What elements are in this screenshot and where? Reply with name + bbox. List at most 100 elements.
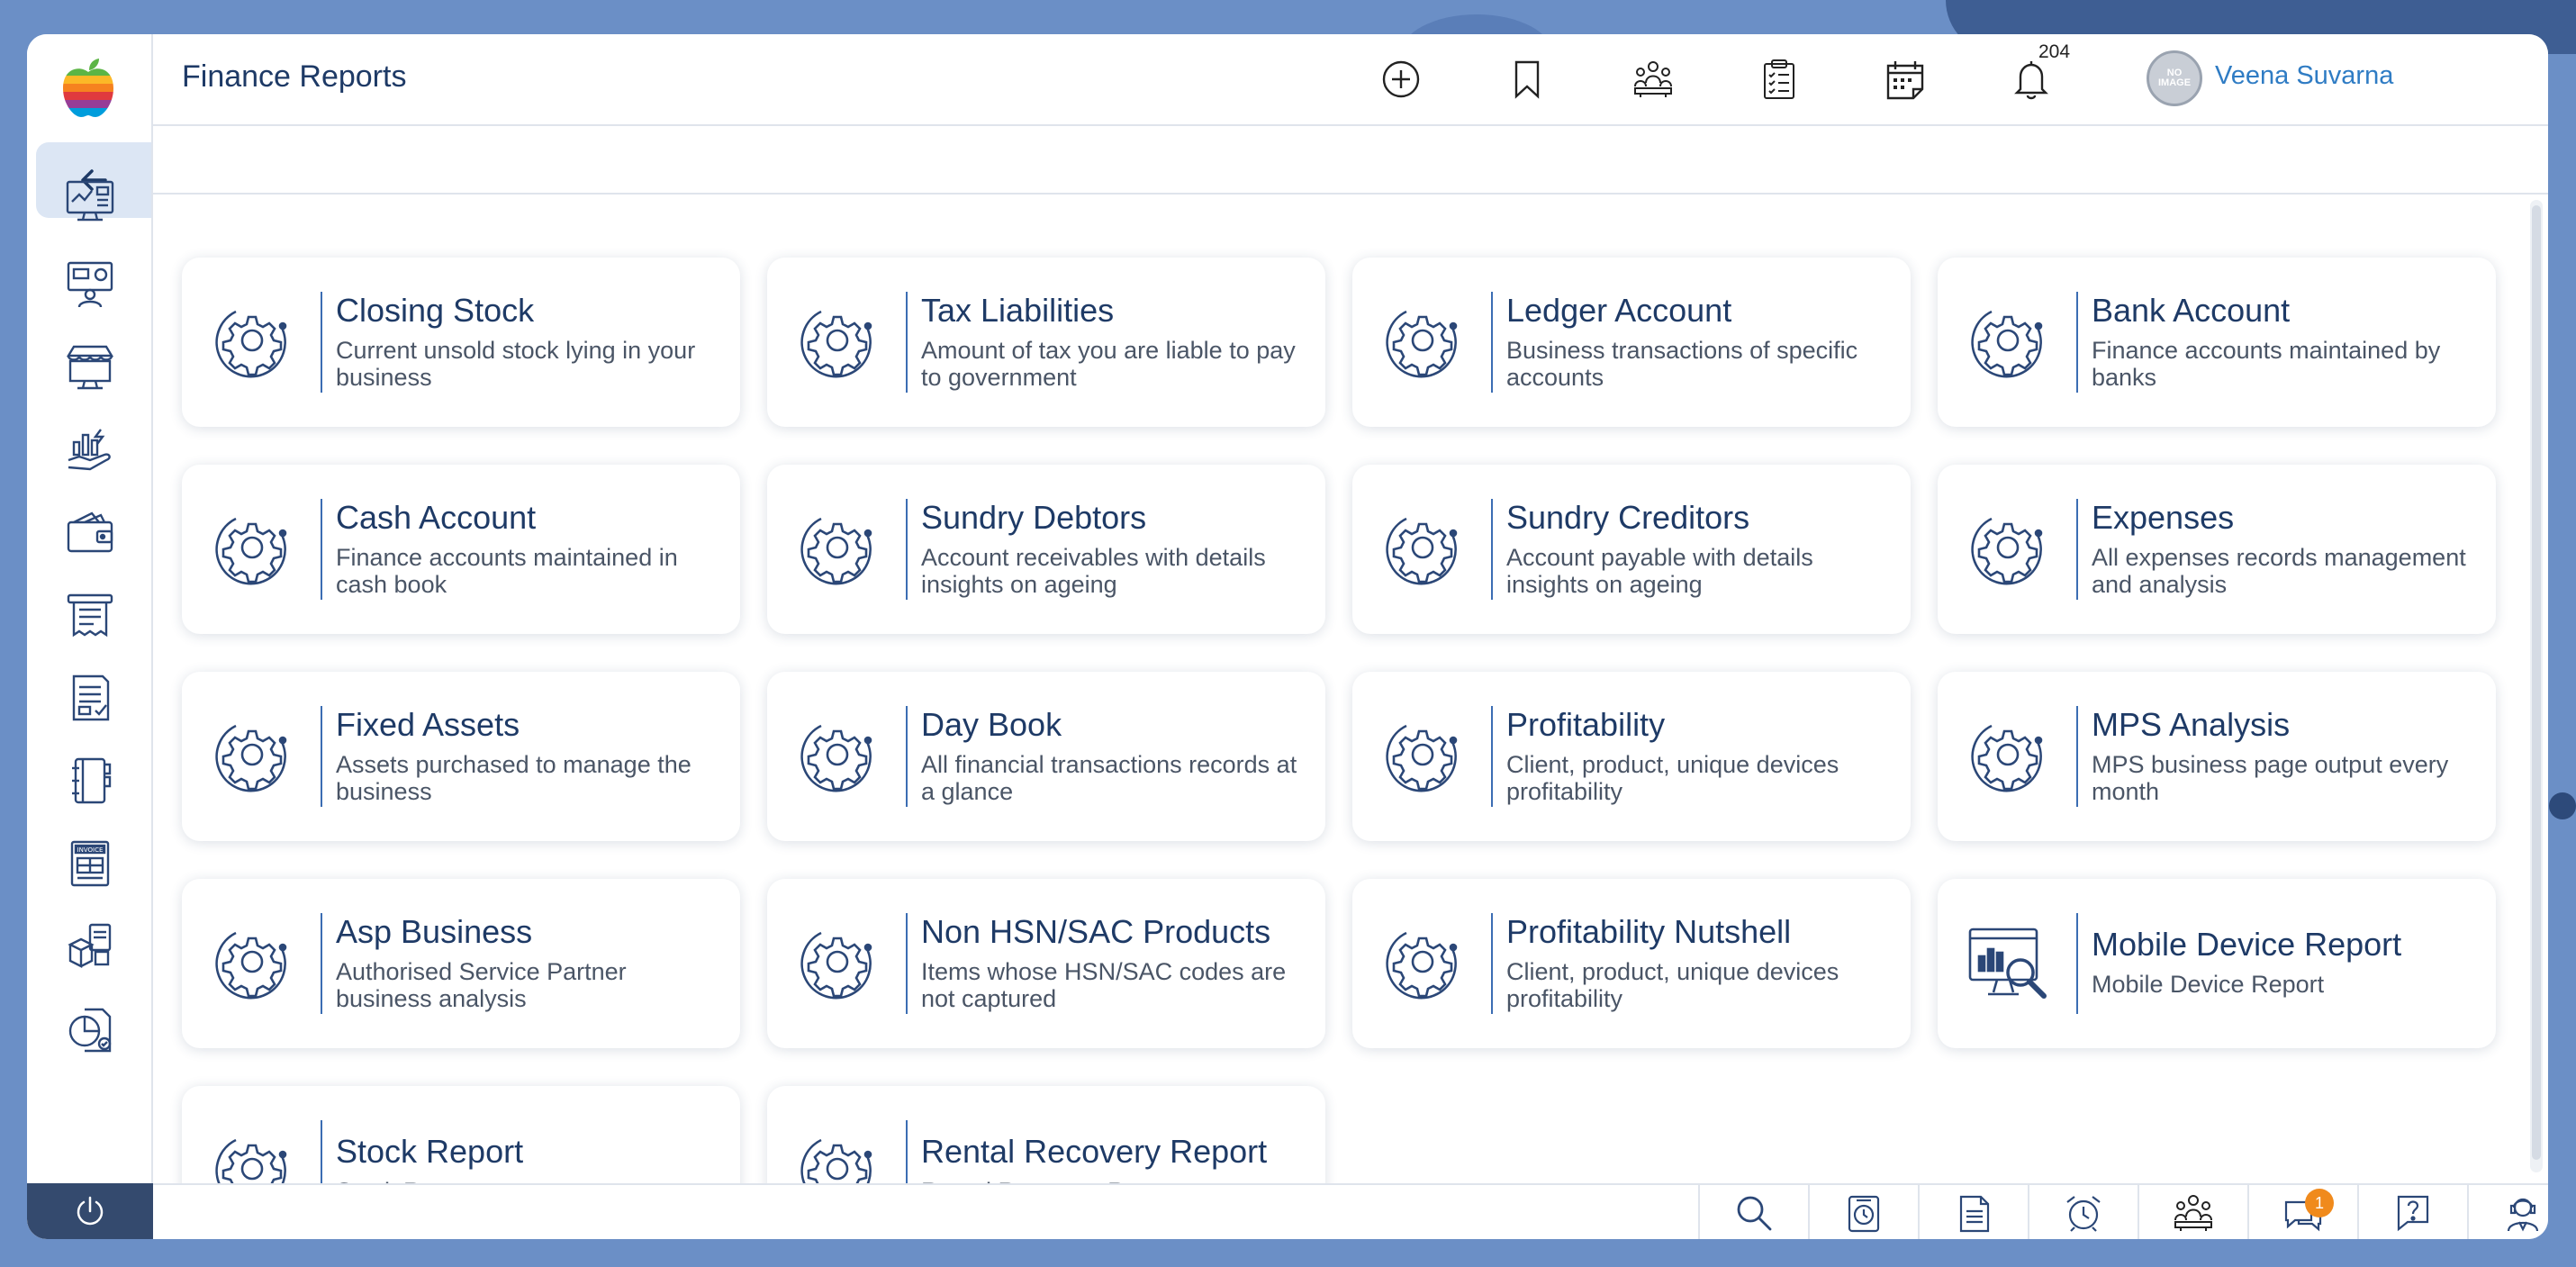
report-title: Stock Report: [336, 1133, 524, 1170]
notebook-icon: [72, 757, 112, 804]
card-divider: [1491, 499, 1493, 600]
sidebar-dashboard-button[interactable]: [63, 174, 117, 228]
gear-icon: [209, 920, 295, 1007]
footer-search-button[interactable]: [1698, 1185, 1808, 1239]
card-divider: [321, 706, 322, 807]
gear-icon: [794, 713, 881, 800]
report-card[interactable]: Mobile Device Report Mobile Device Report: [1938, 879, 2496, 1048]
power-button[interactable]: [27, 1183, 153, 1239]
team-button[interactable]: [1630, 56, 1677, 103]
report-card[interactable]: Sundry Creditors Account payable with det…: [1352, 465, 1911, 634]
card-divider: [906, 913, 908, 1014]
gear-icon: [1379, 506, 1466, 593]
report-card[interactable]: Sundry Debtors Account receivables with d…: [767, 465, 1325, 634]
report-card[interactable]: Ledger Account Business transactions of s…: [1352, 258, 1911, 427]
report-card[interactable]: Cash Account Finance accounts maintained …: [182, 465, 740, 634]
gear-icon: [1379, 920, 1466, 1007]
report-title: Cash Account: [336, 499, 537, 536]
card-divider: [321, 499, 322, 600]
sidebar-document-list-button[interactable]: [63, 671, 117, 725]
report-card[interactable]: Expenses All expenses records management …: [1938, 465, 2496, 634]
invoice-icon: INVOICE: [70, 840, 110, 887]
user-name[interactable]: Veena Suvarna: [2215, 61, 2393, 91]
calendar-button[interactable]: [1882, 56, 1929, 103]
gear-icon: [1965, 713, 2051, 800]
report-card[interactable]: Profitability Nutshell Client, product, u…: [1352, 879, 1911, 1048]
help-icon: [2397, 1195, 2429, 1232]
monitor-search-icon: [1965, 920, 2051, 1007]
gear-icon: [794, 506, 881, 593]
report-description: Amount of tax you are liable to pay to g…: [921, 337, 1296, 391]
card-divider: [1491, 292, 1493, 393]
alarm-icon: [2066, 1196, 2101, 1232]
footer-document-button[interactable]: [1918, 1185, 2028, 1239]
document-list-icon: [72, 674, 110, 721]
sidebar-presentation-button[interactable]: [63, 257, 117, 311]
sidebar-invoice-button[interactable]: INVOICE: [63, 837, 117, 891]
reports-grid: Closing Stock Current unsold stock lying …: [153, 195, 2548, 1199]
footer-help-button[interactable]: [2357, 1185, 2467, 1239]
card-divider: [2076, 706, 2078, 807]
report-title: Day Book: [921, 706, 1062, 743]
footer-support-agent-button[interactable]: [2467, 1185, 2548, 1239]
gear-icon: [209, 299, 295, 385]
search-icon: [1737, 1196, 1772, 1231]
report-card[interactable]: Day Book All financial transactions recor…: [767, 672, 1325, 841]
footer-team-button[interactable]: [2138, 1185, 2247, 1239]
card-divider: [1491, 706, 1493, 807]
report-card[interactable]: Non HSN/SAC Products Items whose HSN/SAC …: [767, 879, 1325, 1048]
report-title: Ledger Account: [1506, 292, 1732, 329]
gear-icon: [1379, 713, 1466, 800]
gear-icon: [1965, 506, 2051, 593]
avatar[interactable]: NO IMAGE: [2147, 50, 2202, 106]
footer-clock-doc-button[interactable]: [1808, 1185, 1918, 1239]
report-description: Account receivables with details insight…: [921, 544, 1266, 598]
footer-chat-button[interactable]: 1: [2247, 1185, 2357, 1239]
gear-icon: [209, 713, 295, 800]
bookmark-button[interactable]: [1504, 56, 1550, 103]
sidebar-inventory-button[interactable]: [63, 919, 117, 973]
sidebar-store-button[interactable]: [63, 339, 117, 394]
gear-icon: [1965, 299, 2051, 385]
report-title: Closing Stock: [336, 292, 535, 329]
team-icon: [2174, 1195, 2212, 1231]
report-card[interactable]: Bank Account Finance accounts maintained …: [1938, 258, 2496, 427]
sidebar-receipt-button[interactable]: [63, 588, 117, 642]
presentation-icon: [67, 261, 113, 307]
report-card[interactable]: Profitability Client, product, unique dev…: [1352, 672, 1911, 841]
report-title: Sundry Creditors: [1506, 499, 1750, 536]
gear-icon: [794, 299, 881, 385]
report-description: Client, product, unique devices profitab…: [1506, 958, 1839, 1012]
support-agent-icon: [2507, 1198, 2539, 1232]
sidebar-notebook-button[interactable]: [63, 754, 117, 808]
report-card[interactable]: Closing Stock Current unsold stock lying …: [182, 258, 740, 427]
report-title: Mobile Device Report: [2092, 926, 2402, 963]
report-card[interactable]: Asp Business Authorised Service Partner b…: [182, 879, 740, 1048]
gear-icon: [794, 920, 881, 1007]
dashboard-icon: [66, 180, 114, 222]
report-title: Profitability Nutshell: [1506, 913, 1792, 950]
report-description: Business transactions of specific accoun…: [1506, 337, 1858, 391]
sidebar-wallet-button[interactable]: [63, 505, 117, 559]
report-card[interactable]: Fixed Assets Assets purchased to manage t…: [182, 672, 740, 841]
report-title: Asp Business: [336, 913, 533, 950]
apple-logo-icon[interactable]: [59, 58, 117, 119]
report-description: Finance accounts maintained by banks: [2092, 337, 2441, 391]
footer-alarm-button[interactable]: [2028, 1185, 2138, 1239]
checklist-button[interactable]: [1756, 56, 1803, 103]
report-title: Profitability: [1506, 706, 1666, 743]
card-divider: [2076, 292, 2078, 393]
scrollbar-thumb[interactable]: [2532, 205, 2541, 1160]
report-description: Current unsold stock lying in your busin…: [336, 337, 696, 391]
report-card[interactable]: MPS Analysis MPS business page output eve…: [1938, 672, 2496, 841]
report-description: Client, product, unique devices profitab…: [1506, 751, 1839, 805]
report-title: Fixed Assets: [336, 706, 520, 743]
sidebar-report-chart-button[interactable]: [63, 1002, 117, 1056]
sub-toolbar: [153, 126, 2548, 195]
report-card[interactable]: Tax Liabilities Amount of tax you are lia…: [767, 258, 1325, 427]
add-circle-button[interactable]: [1378, 56, 1424, 103]
app-window: INVOICE Finance Reports 204 NO IMAGE Vee…: [27, 34, 2548, 1239]
checklist-icon: [1764, 59, 1794, 99]
bookmark-icon: [1514, 60, 1540, 99]
sidebar-finance-hand-button[interactable]: [63, 422, 117, 476]
